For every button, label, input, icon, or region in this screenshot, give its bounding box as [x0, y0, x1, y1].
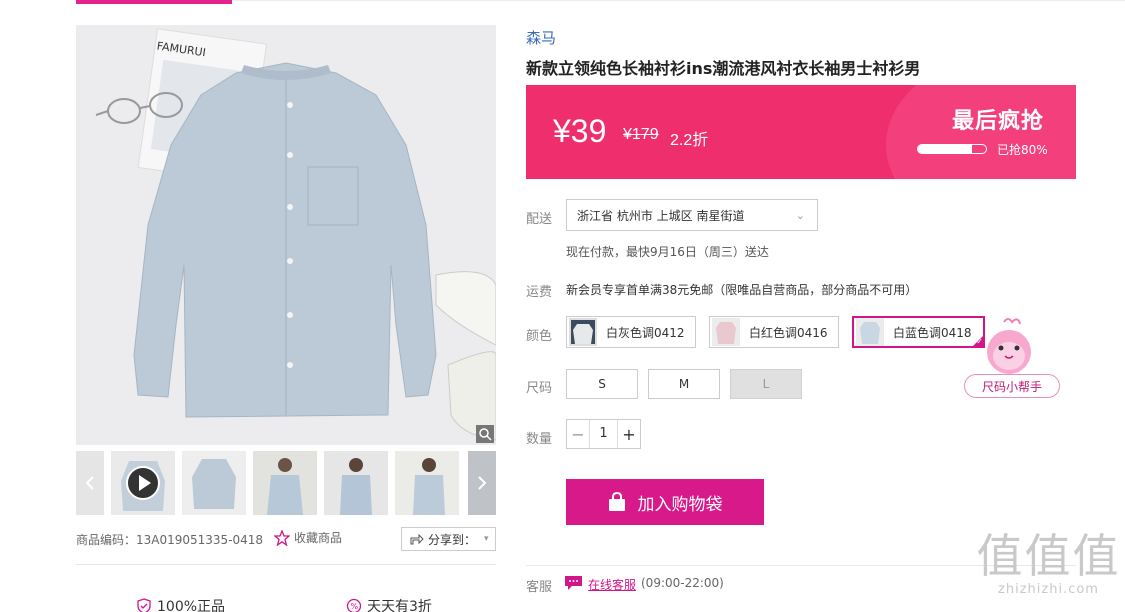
thumbnail-video[interactable]: [111, 451, 175, 515]
sold-progress-bar: [917, 144, 987, 154]
chevron-left-icon: [85, 476, 94, 490]
color-option-label: 白灰色调0412: [606, 325, 685, 340]
mascot-icon[interactable]: [984, 318, 1034, 380]
thumbnail-next-button[interactable]: [468, 451, 496, 515]
promise-genuine: 100%正品: [136, 596, 225, 612]
delivery-eta: 现在付款，最快9月16日（周三）送达: [566, 245, 769, 259]
size-helper-button[interactable]: 尺码小帮手: [964, 374, 1060, 398]
divider: [76, 564, 496, 565]
share-icon: [410, 533, 424, 545]
main-product-image[interactable]: FAMURUI: [76, 25, 496, 445]
share-button[interactable]: 分享到： ▾: [401, 527, 496, 551]
quantity-input[interactable]: 1: [589, 420, 618, 448]
site-watermark: 值值值 zhizhizhi.com: [976, 530, 1121, 597]
chat-icon[interactable]: [564, 575, 583, 591]
size-label: 尺码: [526, 381, 553, 396]
promise-label: 天天有3折: [367, 599, 432, 612]
sold-progress-fill: [918, 145, 973, 153]
nav-active-indicator: [76, 0, 232, 4]
product-title: 新款立领纯色长袖衬衫ins潮流港风衬衣长袖男士衬衫男: [526, 59, 921, 78]
zoom-icon[interactable]: [476, 425, 494, 443]
original-price: ¥179: [623, 126, 659, 143]
promise-discount: % 天天有3折: [346, 596, 432, 612]
shield-check-icon: [137, 598, 151, 612]
color-label: 颜色: [526, 329, 553, 344]
discount-rate: 2.2折: [670, 132, 709, 149]
color-option-red[interactable]: 白红色调0416: [709, 316, 839, 348]
shirt-illustration: FAMURUI: [76, 25, 496, 445]
watermark-logo: 值值值: [976, 529, 1121, 583]
service-label: 客服: [526, 580, 553, 595]
check-icon: ✓: [976, 337, 983, 346]
color-option-blue[interactable]: 白蓝色调0418 ✓: [852, 316, 985, 348]
online-service-link[interactable]: 在线客服: [588, 576, 636, 593]
quantity-decrease-button[interactable]: −: [567, 420, 589, 448]
sku-code: 商品编码：13A019051335-0418: [76, 533, 264, 547]
quantity-increase-button[interactable]: +: [618, 420, 640, 448]
percent-icon: %: [346, 598, 362, 612]
current-price: ¥39: [553, 113, 607, 149]
size-option-m[interactable]: M: [648, 369, 720, 399]
add-to-cart-button[interactable]: 加入购物袋: [566, 479, 764, 525]
address-value: 浙江省 杭州市 上城区 南星街道: [577, 208, 745, 223]
shipping-label: 运费: [526, 285, 553, 300]
color-option-label: 白红色调0416: [749, 325, 828, 340]
color-swatch: [569, 318, 597, 346]
size-option-s[interactable]: S: [566, 369, 638, 399]
thumbnail-strip: [76, 451, 496, 515]
chevron-down-icon: ▾: [484, 534, 489, 544]
share-label: 分享到：: [428, 532, 477, 547]
chevron-down-icon: ⌄: [795, 209, 805, 222]
thumbnail-prev-button[interactable]: [76, 451, 104, 515]
color-swatch: [856, 318, 884, 346]
thumbnail-item[interactable]: [324, 451, 388, 515]
thumbnail-item[interactable]: [182, 451, 246, 515]
service-hours: (09:00-22:00): [641, 576, 724, 590]
price-banner: ¥39 ¥179 2.2折 最后疯抢 已抢80%: [526, 85, 1076, 179]
watermark-url: zhizhizhi.com: [998, 582, 1099, 597]
add-to-cart-label: 加入购物袋: [637, 494, 723, 515]
quantity-stepper: − 1 +: [566, 419, 641, 449]
address-select[interactable]: 浙江省 杭州市 上城区 南星街道 ⌄: [566, 199, 818, 231]
svg-text:%: %: [351, 602, 359, 611]
color-swatch: [712, 318, 740, 346]
thumbnail-item[interactable]: [395, 451, 459, 515]
shipping-info: 新会员专享首单满38元免邮（限唯品自营商品，部分商品不可用）: [566, 283, 918, 297]
promise-label: 100%正品: [157, 599, 226, 612]
nav-divider: [232, 0, 1125, 1]
sold-progress-text: 已抢80%: [997, 143, 1048, 157]
favorite-button[interactable]: 收藏商品: [274, 529, 342, 546]
brand-link[interactable]: 森马: [526, 27, 556, 48]
thumbnail-item[interactable]: [253, 451, 317, 515]
color-option-gray[interactable]: 白灰色调0412: [566, 316, 696, 348]
quantity-label: 数量: [526, 432, 553, 447]
favorite-label: 收藏商品: [294, 531, 343, 545]
star-icon: [274, 529, 290, 546]
color-option-label: 白蓝色调0418: [893, 325, 972, 340]
chevron-right-icon: [478, 476, 487, 490]
promo-title: 最后疯抢: [952, 109, 1045, 134]
delivery-label: 配送: [526, 212, 553, 227]
size-option-l: L: [730, 369, 802, 399]
shopping-bag-icon: [608, 492, 625, 511]
gallery-meta-row: 商品编码：13A019051335-0418 收藏商品 分享到： ▾: [76, 527, 496, 551]
